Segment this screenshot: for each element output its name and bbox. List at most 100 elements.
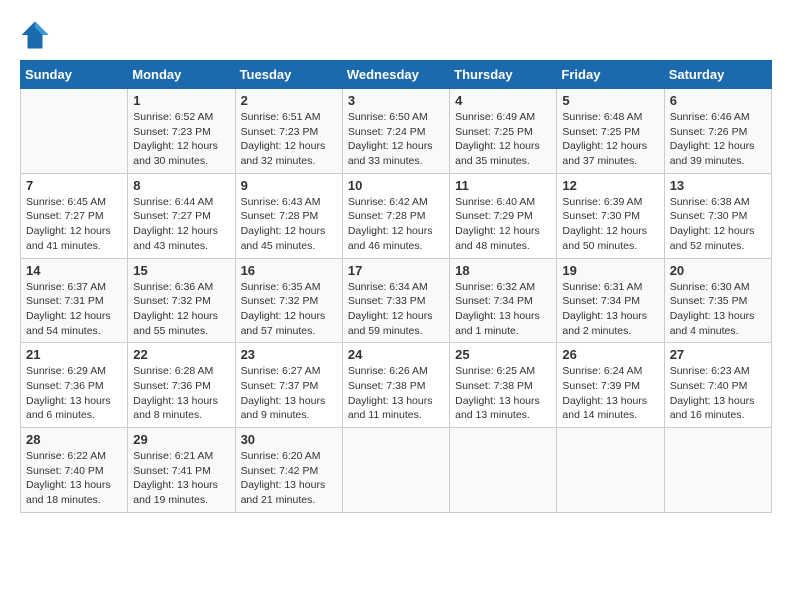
day-info: Sunrise: 6:45 AMSunset: 7:27 PMDaylight:… (26, 195, 122, 254)
day-header-sunday: Sunday (21, 61, 128, 89)
calendar-cell: 20 Sunrise: 6:30 AMSunset: 7:35 PMDayligh… (664, 258, 771, 343)
calendar-cell: 1 Sunrise: 6:52 AMSunset: 7:23 PMDaylight… (128, 89, 235, 174)
calendar-cell: 7 Sunrise: 6:45 AMSunset: 7:27 PMDaylight… (21, 173, 128, 258)
calendar-cell: 6 Sunrise: 6:46 AMSunset: 7:26 PMDaylight… (664, 89, 771, 174)
day-number: 19 (562, 263, 658, 278)
calendar-cell: 18Sunrise: 6:32 AMSunset: 7:34 PMDayligh… (450, 258, 557, 343)
week-row-2: 7 Sunrise: 6:45 AMSunset: 7:27 PMDaylight… (21, 173, 772, 258)
day-info: Sunrise: 6:49 AMSunset: 7:25 PMDaylight:… (455, 110, 551, 169)
day-number: 28 (26, 432, 122, 447)
day-info: Sunrise: 6:52 AMSunset: 7:23 PMDaylight:… (133, 110, 229, 169)
day-header-saturday: Saturday (664, 61, 771, 89)
day-info: Sunrise: 6:22 AMSunset: 7:40 PMDaylight:… (26, 449, 122, 508)
calendar-cell: 8 Sunrise: 6:44 AMSunset: 7:27 PMDaylight… (128, 173, 235, 258)
day-info: Sunrise: 6:24 AMSunset: 7:39 PMDaylight:… (562, 364, 658, 423)
calendar-cell: 23 Sunrise: 6:27 AMSunset: 7:37 PMDayligh… (235, 343, 342, 428)
day-header-friday: Friday (557, 61, 664, 89)
day-info: Sunrise: 6:20 AMSunset: 7:42 PMDaylight:… (241, 449, 337, 508)
day-number: 30 (241, 432, 337, 447)
calendar-cell: 14 Sunrise: 6:37 AMSunset: 7:31 PMDayligh… (21, 258, 128, 343)
logo-icon (20, 20, 50, 50)
calendar-cell: 10 Sunrise: 6:42 AMSunset: 7:28 PMDayligh… (342, 173, 449, 258)
calendar-cell (342, 428, 449, 513)
day-number: 24 (348, 347, 444, 362)
calendar-cell (557, 428, 664, 513)
calendar-cell: 21 Sunrise: 6:29 AMSunset: 7:36 PMDayligh… (21, 343, 128, 428)
calendar-cell: 12 Sunrise: 6:39 AMSunset: 7:30 PMDayligh… (557, 173, 664, 258)
day-info: Sunrise: 6:46 AMSunset: 7:26 PMDaylight:… (670, 110, 766, 169)
calendar-body: 1 Sunrise: 6:52 AMSunset: 7:23 PMDaylight… (21, 89, 772, 513)
day-number: 16 (241, 263, 337, 278)
day-number: 10 (348, 178, 444, 193)
day-number: 8 (133, 178, 229, 193)
day-number: 5 (562, 93, 658, 108)
day-number: 7 (26, 178, 122, 193)
day-info: Sunrise: 6:26 AMSunset: 7:38 PMDaylight:… (348, 364, 444, 423)
day-info: Sunrise: 6:44 AMSunset: 7:27 PMDaylight:… (133, 195, 229, 254)
day-number: 29 (133, 432, 229, 447)
day-number: 1 (133, 93, 229, 108)
calendar-cell: 2 Sunrise: 6:51 AMSunset: 7:23 PMDaylight… (235, 89, 342, 174)
calendar-cell: 16 Sunrise: 6:35 AMSunset: 7:32 PMDayligh… (235, 258, 342, 343)
page-header (20, 20, 772, 50)
calendar-cell (21, 89, 128, 174)
calendar-cell: 22Sunrise: 6:28 AMSunset: 7:36 PMDayligh… (128, 343, 235, 428)
day-info: Sunrise: 6:38 AMSunset: 7:30 PMDaylight:… (670, 195, 766, 254)
day-number: 11 (455, 178, 551, 193)
header-row: SundayMondayTuesdayWednesdayThursdayFrid… (21, 61, 772, 89)
calendar-cell: 26 Sunrise: 6:24 AMSunset: 7:39 PMDayligh… (557, 343, 664, 428)
calendar-cell: 27 Sunrise: 6:23 AMSunset: 7:40 PMDayligh… (664, 343, 771, 428)
day-number: 13 (670, 178, 766, 193)
day-info: Sunrise: 6:42 AMSunset: 7:28 PMDaylight:… (348, 195, 444, 254)
day-header-tuesday: Tuesday (235, 61, 342, 89)
calendar-header: SundayMondayTuesdayWednesdayThursdayFrid… (21, 61, 772, 89)
day-number: 6 (670, 93, 766, 108)
day-info: Sunrise: 6:21 AMSunset: 7:41 PMDaylight:… (133, 449, 229, 508)
day-info: Sunrise: 6:50 AMSunset: 7:24 PMDaylight:… (348, 110, 444, 169)
calendar-cell: 11 Sunrise: 6:40 AMSunset: 7:29 PMDayligh… (450, 173, 557, 258)
day-number: 23 (241, 347, 337, 362)
day-number: 15 (133, 263, 229, 278)
week-row-3: 14 Sunrise: 6:37 AMSunset: 7:31 PMDayligh… (21, 258, 772, 343)
day-number: 25 (455, 347, 551, 362)
day-info: Sunrise: 6:40 AMSunset: 7:29 PMDaylight:… (455, 195, 551, 254)
day-number: 17 (348, 263, 444, 278)
day-info: Sunrise: 6:34 AMSunset: 7:33 PMDaylight:… (348, 280, 444, 339)
calendar-cell: 3 Sunrise: 6:50 AMSunset: 7:24 PMDaylight… (342, 89, 449, 174)
day-number: 26 (562, 347, 658, 362)
day-number: 21 (26, 347, 122, 362)
day-info: Sunrise: 6:48 AMSunset: 7:25 PMDaylight:… (562, 110, 658, 169)
calendar-cell: 29 Sunrise: 6:21 AMSunset: 7:41 PMDayligh… (128, 428, 235, 513)
day-header-wednesday: Wednesday (342, 61, 449, 89)
day-number: 27 (670, 347, 766, 362)
day-number: 2 (241, 93, 337, 108)
day-info: Sunrise: 6:37 AMSunset: 7:31 PMDaylight:… (26, 280, 122, 339)
day-info: Sunrise: 6:30 AMSunset: 7:35 PMDaylight:… (670, 280, 766, 339)
calendar-cell: 24 Sunrise: 6:26 AMSunset: 7:38 PMDayligh… (342, 343, 449, 428)
day-info: Sunrise: 6:32 AMSunset: 7:34 PMDaylight:… (455, 280, 551, 339)
day-info: Sunrise: 6:35 AMSunset: 7:32 PMDaylight:… (241, 280, 337, 339)
calendar-cell (450, 428, 557, 513)
calendar-cell: 19Sunrise: 6:31 AMSunset: 7:34 PMDayligh… (557, 258, 664, 343)
day-info: Sunrise: 6:27 AMSunset: 7:37 PMDaylight:… (241, 364, 337, 423)
day-info: Sunrise: 6:29 AMSunset: 7:36 PMDaylight:… (26, 364, 122, 423)
day-number: 12 (562, 178, 658, 193)
calendar-table: SundayMondayTuesdayWednesdayThursdayFrid… (20, 60, 772, 513)
calendar-cell: 30 Sunrise: 6:20 AMSunset: 7:42 PMDayligh… (235, 428, 342, 513)
day-number: 22 (133, 347, 229, 362)
calendar-cell: 13 Sunrise: 6:38 AMSunset: 7:30 PMDayligh… (664, 173, 771, 258)
calendar-cell: 25Sunrise: 6:25 AMSunset: 7:38 PMDayligh… (450, 343, 557, 428)
calendar-cell: 5 Sunrise: 6:48 AMSunset: 7:25 PMDaylight… (557, 89, 664, 174)
day-number: 14 (26, 263, 122, 278)
day-info: Sunrise: 6:51 AMSunset: 7:23 PMDaylight:… (241, 110, 337, 169)
day-number: 20 (670, 263, 766, 278)
day-info: Sunrise: 6:39 AMSunset: 7:30 PMDaylight:… (562, 195, 658, 254)
day-number: 3 (348, 93, 444, 108)
logo (20, 20, 54, 50)
day-info: Sunrise: 6:23 AMSunset: 7:40 PMDaylight:… (670, 364, 766, 423)
week-row-1: 1 Sunrise: 6:52 AMSunset: 7:23 PMDaylight… (21, 89, 772, 174)
day-header-monday: Monday (128, 61, 235, 89)
calendar-cell: 15Sunrise: 6:36 AMSunset: 7:32 PMDayligh… (128, 258, 235, 343)
calendar-cell: 9Sunrise: 6:43 AMSunset: 7:28 PMDaylight… (235, 173, 342, 258)
day-number: 4 (455, 93, 551, 108)
